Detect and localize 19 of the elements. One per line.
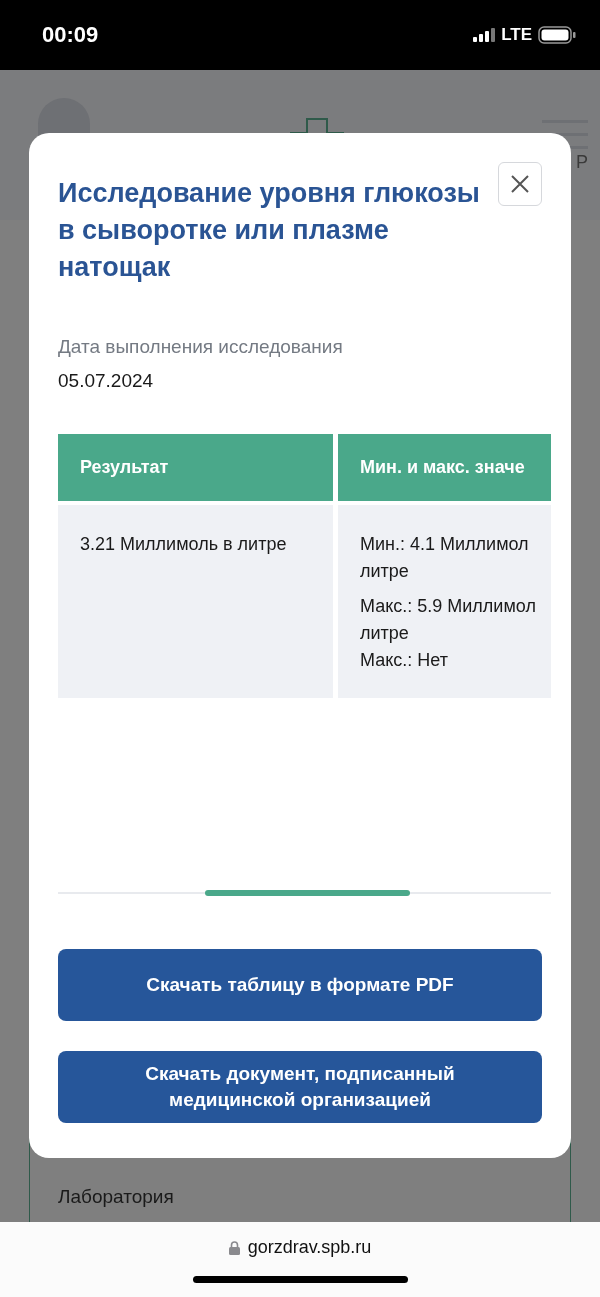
signal-icon [473, 28, 496, 42]
department-name: Лаборатория [58, 1186, 175, 1208]
battery-icon [538, 26, 576, 44]
column-header: Результат [58, 434, 333, 501]
date-label: Дата выполнения исследования [58, 336, 344, 358]
table-cell: Мин.: 4.1 Миллимол литре Макс.: 5.9 Миллимол литре Макс.: Нет [338, 505, 551, 698]
network-label: LTE [501, 25, 532, 45]
download-button[interactable]: Скачать таблицу в формате PDF [58, 949, 542, 1021]
url-text[interactable]: gorzdrav.spb.ru [247, 1237, 372, 1258]
dialog-title: Исследование уровня глюкозы в сыворотке или плазме натощак [58, 177, 481, 284]
close-icon [510, 174, 530, 194]
download-button[interactable]: Скачать документ, подписанный медицинской организацией [58, 1051, 542, 1123]
date-value: 05.07.2024 [58, 370, 155, 392]
column-header: Мин. и макс. значе [338, 434, 551, 501]
close-button[interactable] [498, 162, 542, 206]
lock-icon [228, 1240, 240, 1255]
status-time: 00:09 [42, 22, 99, 48]
menu-label: Р [576, 152, 588, 173]
table-cell: 3.21 Миллимоль в литре [58, 505, 333, 698]
